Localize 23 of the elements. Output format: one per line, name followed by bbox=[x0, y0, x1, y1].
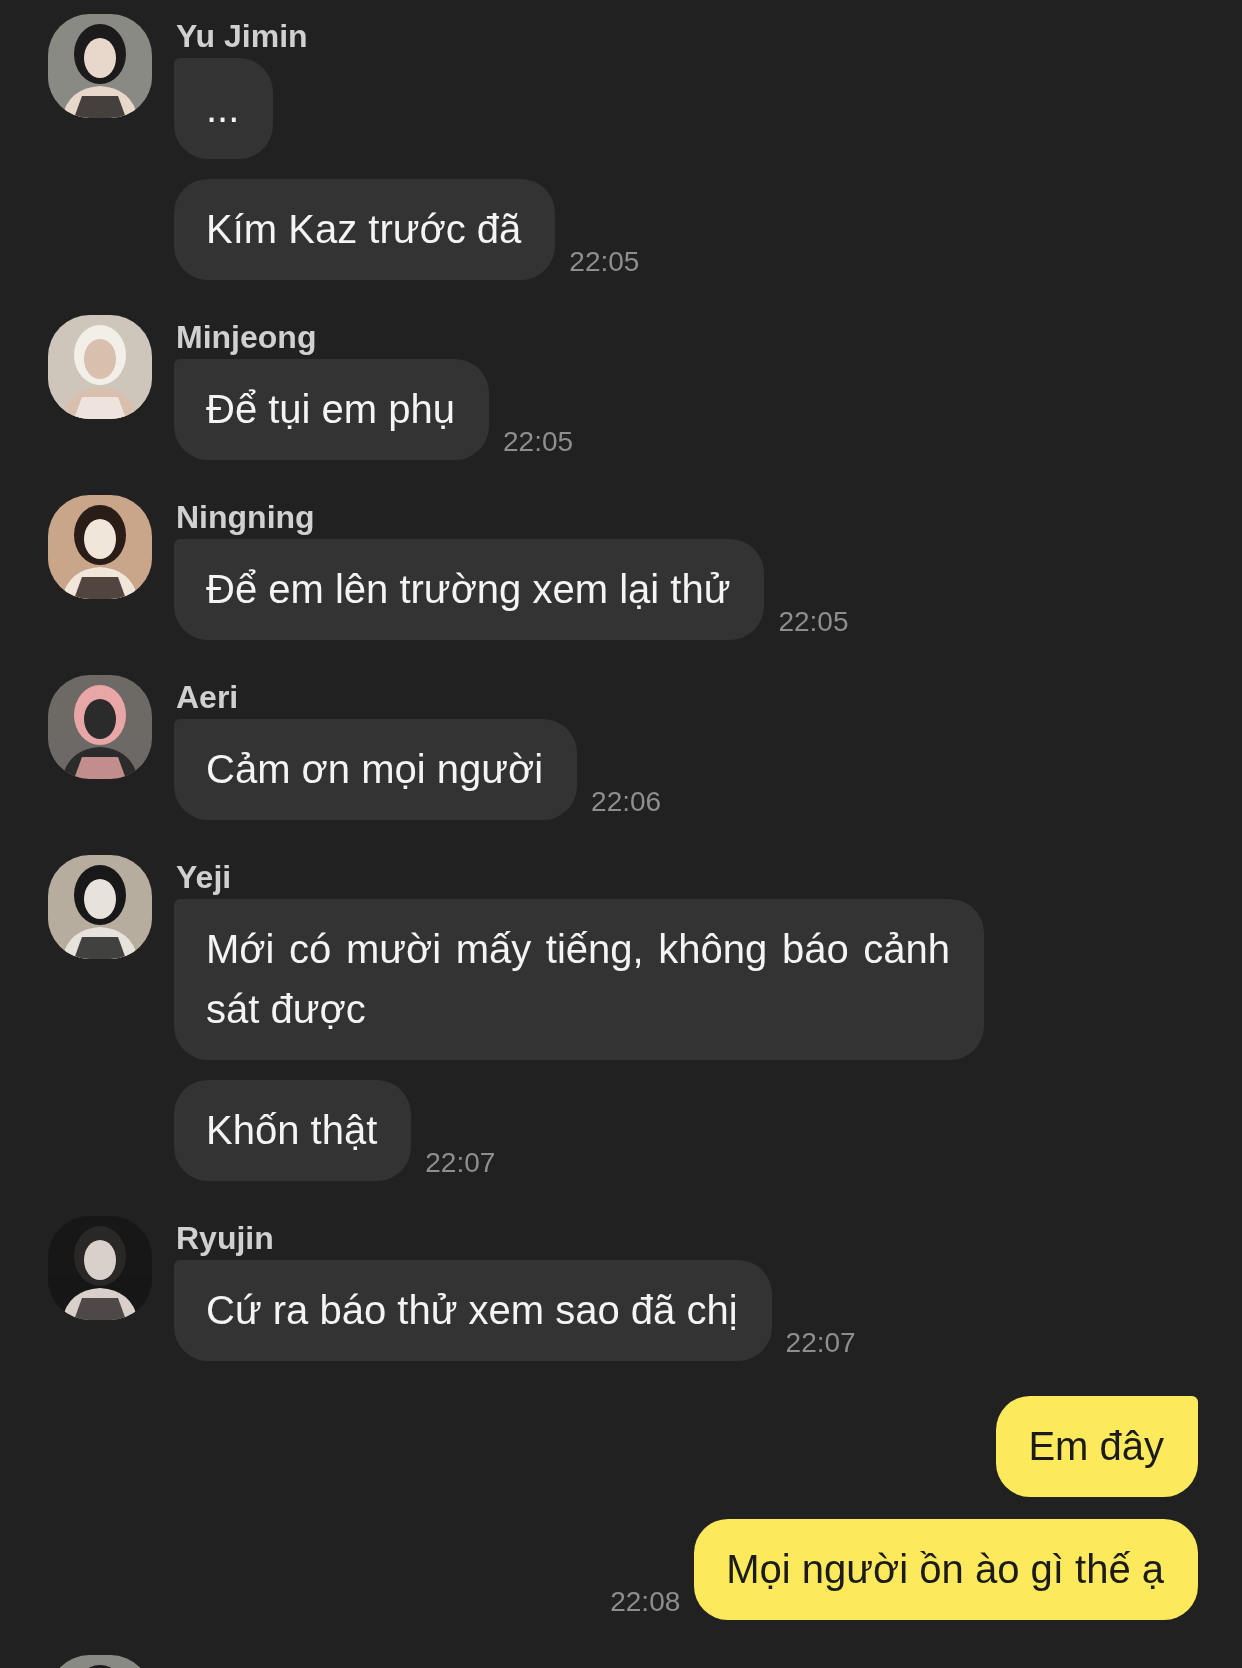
sender-name: Ryujin bbox=[176, 1220, 275, 1256]
message-time: 22:05 bbox=[778, 606, 849, 639]
message-bubble: Mới có mười mấy tiếng, không báo cảnh sát được bbox=[174, 899, 984, 1060]
message-time: 22:08 bbox=[610, 1586, 681, 1619]
message-bubble: Kím Kaz trước đã bbox=[174, 179, 556, 280]
message-bubble: Để em lên trường xem lại thử bbox=[174, 539, 765, 640]
message-bubble: Cứ ra báo thử xem sao đã chị bbox=[174, 1260, 772, 1361]
message-time: 22:05 bbox=[503, 426, 574, 459]
sender-name: Yeji bbox=[176, 859, 233, 895]
sender-name: Aeri bbox=[176, 679, 240, 715]
message-bubble: Cảm ơn mọi người bbox=[174, 719, 578, 820]
message-bubble: ... bbox=[174, 58, 274, 159]
message-bubble: Để tụi em phụ bbox=[174, 359, 490, 460]
sender-name: Yu Jimin bbox=[176, 18, 309, 54]
message-bubble: Khốn thật bbox=[174, 1080, 412, 1181]
message-time: 22:05 bbox=[569, 246, 640, 279]
message-bubble: Em đây bbox=[996, 1396, 1198, 1497]
message-time: 22:07 bbox=[785, 1327, 856, 1360]
message-bubble: Mọi người ồn ào gì thế ạ bbox=[694, 1519, 1198, 1620]
message-time: 22:06 bbox=[591, 786, 662, 819]
sender-name: Minjeong bbox=[176, 319, 318, 355]
message-time: 22:07 bbox=[425, 1147, 496, 1180]
sender-name: Ningning bbox=[176, 499, 316, 535]
